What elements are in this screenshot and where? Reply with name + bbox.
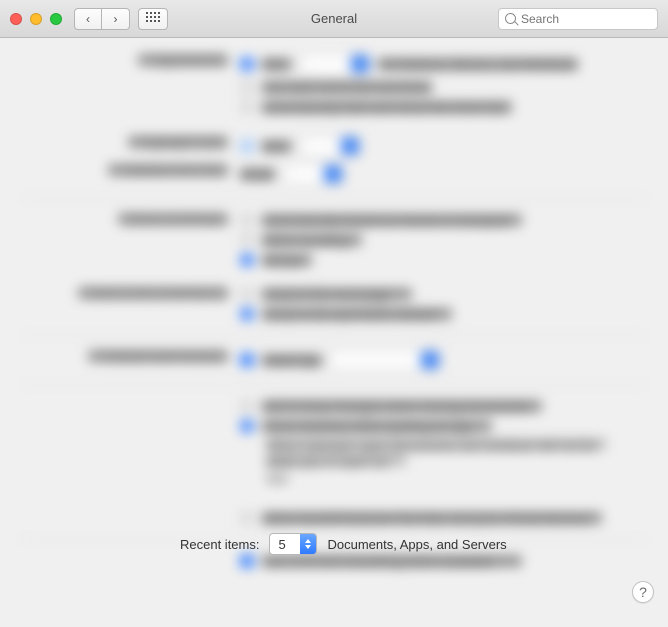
preferences-content: Appearance: BlueFor Buttons, Menus, and … bbox=[0, 38, 668, 627]
recent-items-stepper[interactable]: 5 bbox=[269, 533, 317, 555]
stepper-arrows-icon[interactable] bbox=[300, 534, 316, 554]
search-input[interactable] bbox=[521, 12, 651, 26]
help-icon: ? bbox=[639, 584, 647, 600]
forward-button[interactable]: › bbox=[102, 8, 130, 30]
minimize-icon[interactable] bbox=[30, 13, 42, 25]
recent-items-suffix: Documents, Apps, and Servers bbox=[327, 537, 506, 552]
chevron-right-icon: › bbox=[114, 12, 118, 26]
search-icon bbox=[505, 13, 516, 24]
zoom-icon[interactable] bbox=[50, 13, 62, 25]
back-button[interactable]: ‹ bbox=[74, 8, 102, 30]
grid-icon bbox=[146, 12, 160, 26]
chevron-left-icon: ‹ bbox=[86, 12, 90, 26]
help-button[interactable]: ? bbox=[632, 581, 654, 603]
search-field[interactable] bbox=[498, 8, 658, 30]
window-traffic-lights bbox=[10, 13, 62, 25]
show-all-button[interactable] bbox=[138, 8, 168, 30]
window-title: General bbox=[311, 11, 357, 26]
recent-items-value: 5 bbox=[270, 534, 300, 554]
search-container bbox=[498, 8, 658, 30]
close-icon[interactable] bbox=[10, 13, 22, 25]
nav-buttons: ‹ › bbox=[74, 8, 130, 30]
recent-items-row: Recent items: 5 Documents, Apps, and Ser… bbox=[0, 533, 668, 555]
recent-items-label: Recent items: bbox=[180, 537, 269, 552]
titlebar: ‹ › General bbox=[0, 0, 668, 38]
